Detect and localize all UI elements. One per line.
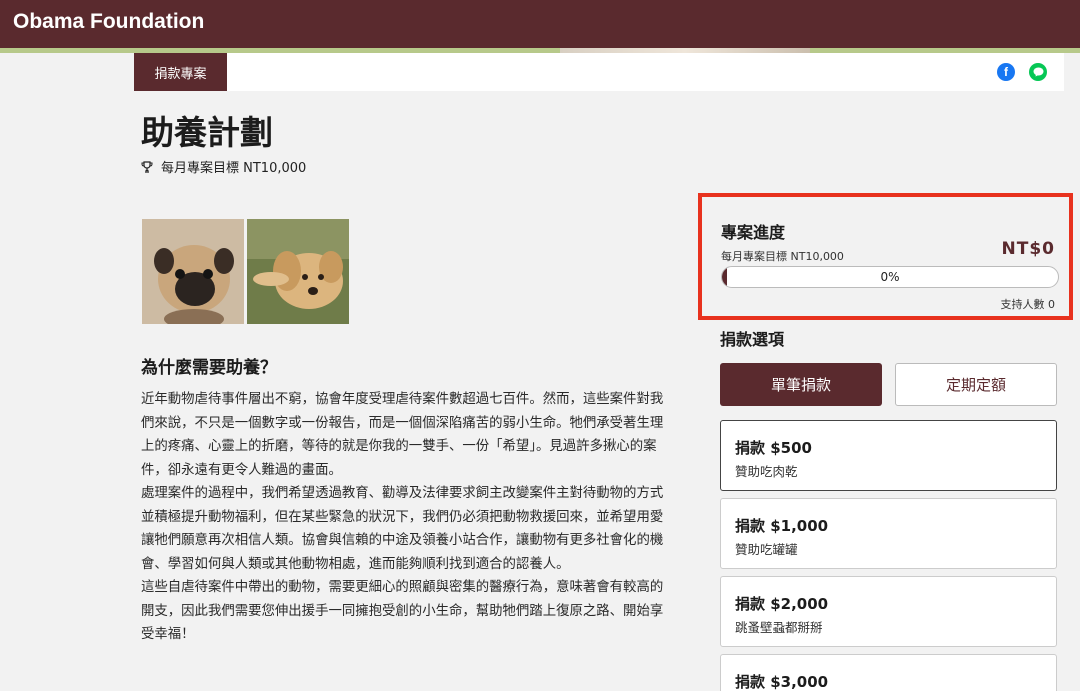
breadcrumb-donation-projects[interactable]: 捐款專案: [134, 53, 227, 91]
progress-title: 專案進度: [721, 223, 786, 242]
line-icon[interactable]: [1029, 63, 1047, 81]
option-description: 贊助吃罐罐: [735, 542, 798, 557]
recurring-donation-button[interactable]: 定期定額: [895, 363, 1057, 406]
monthly-goal-text: 每月專案目標 NT10,000: [161, 161, 307, 176]
article-paragraph: 處理案件的過程中，我們希望透過教育、勸導及法律要求飼主改變案件主對待動物的方式並…: [141, 486, 664, 572]
trophy-icon: [141, 160, 153, 173]
progress-goal: 每月專案目標 NT10,000: [721, 250, 844, 263]
article-paragraph: 近年動物虐待事件層出不窮，協會年度受理虐待案件數超過七百件。然而，這些案件對我們…: [141, 392, 664, 478]
page-title: 助養計劃: [141, 113, 273, 152]
golden-retriever-photo[interactable]: [247, 219, 349, 324]
breadcrumb-bar: 捐款專案 f: [134, 53, 1064, 91]
article-body: 近年動物虐待事件層出不窮，協會年度受理虐待案件數超過七百件。然而，這些案件對我們…: [141, 388, 666, 647]
progress-percent: 0%: [880, 270, 900, 284]
donation-option-500[interactable]: 捐款 $500 贊助吃肉乾: [720, 420, 1057, 491]
option-amount: 捐款 $3,000: [735, 673, 829, 691]
single-donation-button[interactable]: 單筆捐款: [720, 363, 882, 406]
option-amount: 捐款 $2,000: [735, 595, 829, 613]
option-amount: 捐款 $1,000: [735, 517, 829, 535]
pug-photo[interactable]: [142, 219, 244, 324]
progress-card: 專案進度 每月專案目標 NT10,000 NT$0 0% 支持人數 0: [698, 193, 1073, 320]
article-paragraph: 這些自虐待案件中帶出的動物，需要更細心的照顧與密集的醫療行為，意味著會有較高的開…: [141, 580, 664, 642]
option-description: 跳蚤壁蝨都掰掰: [735, 620, 823, 635]
project-photos: [142, 219, 349, 324]
option-description: 贊助吃肉乾: [735, 464, 798, 479]
monthly-goal: 每月專案目標 NT10,000: [141, 157, 306, 176]
backers-count: 支持人數 0: [1000, 298, 1056, 311]
donation-options-title: 捐款選項: [720, 330, 785, 349]
facebook-icon[interactable]: f: [997, 63, 1015, 81]
top-navbar: Obama Foundation: [0, 0, 1080, 48]
option-amount: 捐款 $500: [735, 439, 812, 457]
progress-amount: NT$0: [1001, 239, 1055, 259]
donation-option-2000[interactable]: 捐款 $2,000 跳蚤壁蝨都掰掰: [720, 576, 1057, 647]
article-heading: 為什麼需要助養？: [141, 358, 277, 378]
progress-bar: 0%: [721, 266, 1059, 288]
brand-logo[interactable]: Obama Foundation: [13, 10, 204, 34]
donation-option-1000[interactable]: 捐款 $1,000 贊助吃罐罐: [720, 498, 1057, 569]
donation-option-3000[interactable]: 捐款 $3,000: [720, 654, 1057, 691]
